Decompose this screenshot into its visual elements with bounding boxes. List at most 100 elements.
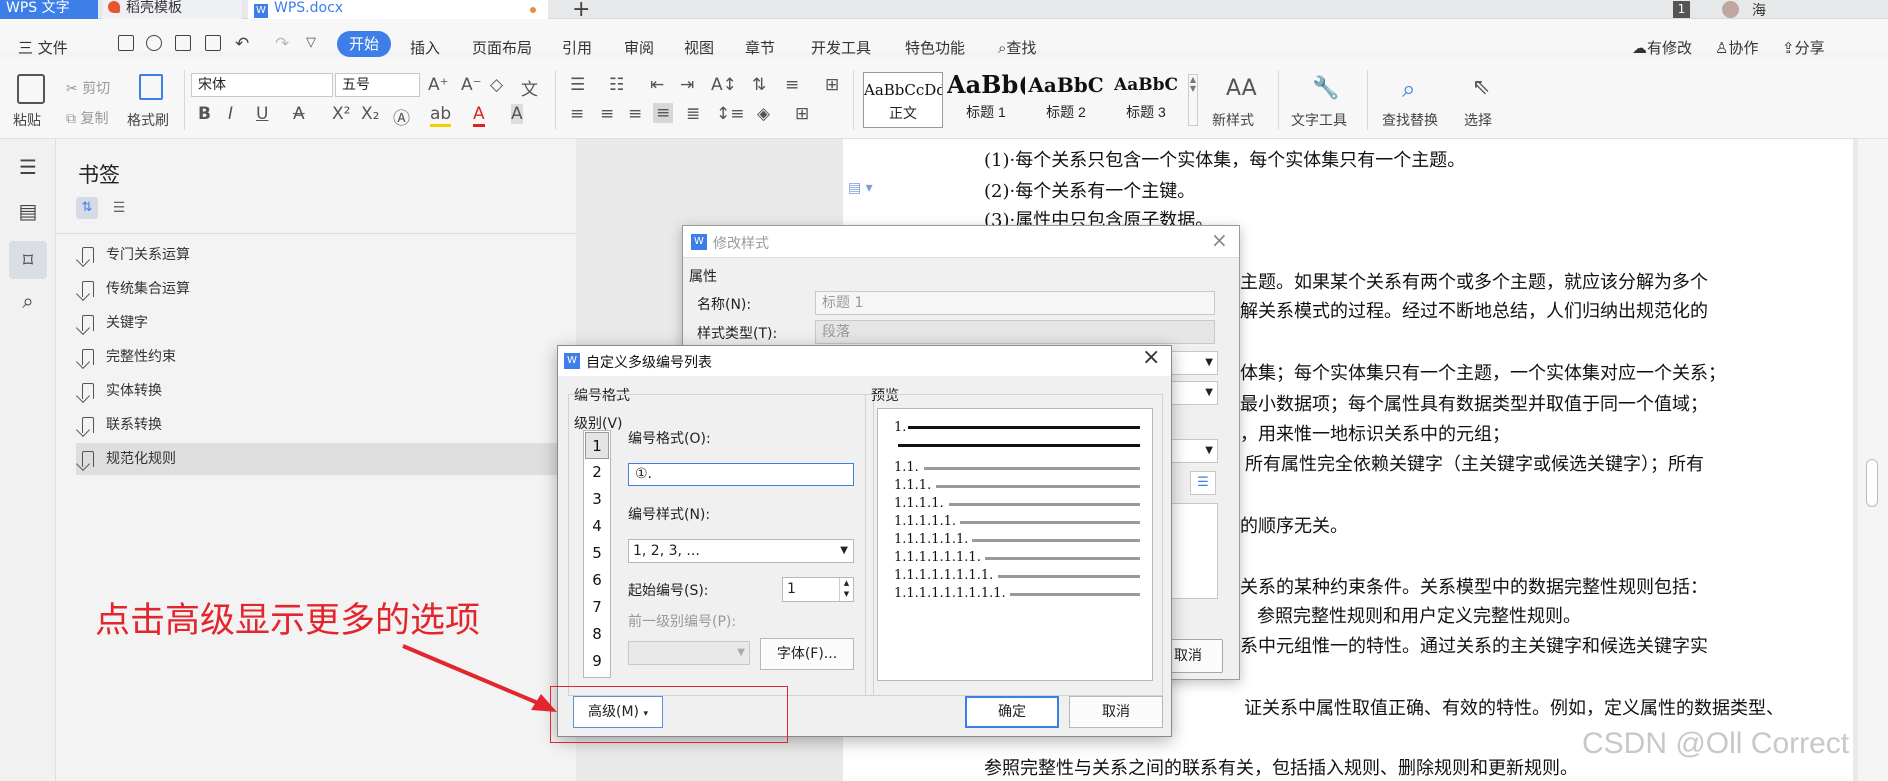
- paste-button[interactable]: 粘贴: [13, 110, 41, 130]
- menu-review[interactable]: 审阅: [624, 37, 654, 58]
- dropdown-chevron-icon[interactable]: ▼: [1170, 439, 1218, 463]
- spinner-arrows-icon[interactable]: ▲ ▼: [839, 578, 853, 601]
- shading-icon[interactable]: ◈: [757, 104, 770, 124]
- export-icon[interactable]: [146, 35, 162, 51]
- highlight-icon[interactable]: ab: [430, 104, 452, 127]
- start-number-spinner[interactable]: 1 ▲ ▼: [782, 577, 854, 602]
- menu-special[interactable]: 特色功能: [905, 37, 965, 58]
- track-changes-button[interactable]: ☁有修改: [1632, 37, 1692, 58]
- chapter-icon[interactable]: ▤: [14, 197, 42, 225]
- font-button[interactable]: 字体(F)...: [760, 638, 854, 670]
- align-left-icon[interactable]: ≡: [570, 104, 584, 124]
- close-icon[interactable]: ×: [1142, 345, 1160, 370]
- level-item[interactable]: 9: [585, 648, 609, 675]
- menu-references[interactable]: 引用: [562, 37, 592, 58]
- paragraph-tool-icon[interactable]: ▤ ▾: [848, 180, 873, 196]
- decrease-indent-icon[interactable]: ⇤: [650, 75, 664, 95]
- style-heading-2[interactable]: AaBbC 标题 2: [1027, 72, 1105, 128]
- font-size-select[interactable]: 五号: [335, 73, 420, 97]
- show-marks-icon[interactable]: ⊞: [825, 75, 839, 95]
- customize-dropdown-icon[interactable]: ▽: [306, 35, 316, 50]
- align-center-icon[interactable]: ≡: [600, 104, 614, 124]
- shrink-font-icon[interactable]: A⁻: [461, 75, 482, 95]
- strikethrough-icon[interactable]: A: [293, 104, 305, 124]
- new-style-button[interactable]: 新样式: [1212, 110, 1254, 130]
- scrollbar-thumb[interactable]: [1866, 459, 1878, 507]
- format-painter-icon[interactable]: [139, 74, 163, 100]
- grow-font-icon[interactable]: A⁺: [428, 75, 449, 95]
- prev-level-select[interactable]: ▼: [628, 641, 750, 665]
- level-item[interactable]: 6: [585, 567, 609, 594]
- bookmark-item-selected[interactable]: 规范化规则: [76, 443, 576, 475]
- subscript-icon[interactable]: X₂: [361, 104, 379, 124]
- level-item-selected[interactable]: 1: [585, 432, 609, 459]
- bookmark-rail-icon[interactable]: ⌑: [9, 241, 47, 279]
- dropdown-chevron-icon[interactable]: ▼: [1170, 381, 1218, 405]
- new-style-icon[interactable]: AA: [1226, 76, 1257, 101]
- ok-button[interactable]: 确定: [965, 696, 1059, 728]
- select-button[interactable]: 选择: [1464, 110, 1492, 130]
- cut-button[interactable]: ✂ 剪切: [66, 78, 110, 98]
- outline-icon[interactable]: ☰: [14, 153, 42, 181]
- find-replace-icon[interactable]: ⌕: [1402, 75, 1415, 103]
- bookmark-item[interactable]: 实体转换: [76, 375, 576, 407]
- tab-document[interactable]: W WPS.docx: [248, 0, 548, 19]
- save-icon[interactable]: [118, 35, 134, 51]
- increase-indent-icon[interactable]: ⇥: [680, 75, 694, 95]
- sort-by-name-icon[interactable]: ⇅: [76, 197, 98, 219]
- level-item[interactable]: 3: [585, 486, 609, 513]
- menu-page-layout[interactable]: 页面布局: [472, 37, 532, 58]
- level-item[interactable]: 4: [585, 513, 609, 540]
- align-right-icon[interactable]: ≡: [628, 104, 642, 124]
- style-normal[interactable]: AaBbCcDd 正文: [863, 72, 943, 128]
- close-icon[interactable]: ×: [1211, 228, 1228, 252]
- copy-button[interactable]: ⧉ 复制: [66, 108, 108, 128]
- vertical-scrollbar[interactable]: [1858, 139, 1888, 781]
- bold-icon[interactable]: B: [198, 104, 211, 124]
- print-icon[interactable]: [175, 35, 191, 51]
- wrench-icon[interactable]: 🔧: [1312, 76, 1339, 101]
- dropdown-chevron-icon[interactable]: ▼: [1170, 351, 1218, 375]
- italic-icon[interactable]: I: [228, 104, 233, 124]
- bookmark-item[interactable]: 联系转换: [76, 409, 576, 441]
- menu-chapter[interactable]: 章节: [745, 37, 775, 58]
- phonetic-icon[interactable]: 文: [521, 75, 538, 100]
- underline-icon[interactable]: U: [256, 104, 268, 124]
- level-item[interactable]: 7: [585, 594, 609, 621]
- tab-template[interactable]: 稻壳模板: [102, 0, 242, 19]
- superscript-icon[interactable]: X²: [332, 104, 350, 124]
- find-replace-button[interactable]: 查找替换: [1382, 110, 1438, 130]
- style-heading-1[interactable]: AaBb( 标题 1: [947, 72, 1025, 128]
- styles-scroll[interactable]: ▲ ▼: [1188, 74, 1198, 126]
- print-preview-icon[interactable]: [205, 35, 221, 51]
- text-direction-icon[interactable]: A↕: [711, 75, 737, 95]
- notification-badge[interactable]: 1: [1673, 1, 1690, 18]
- style-name-input[interactable]: 标题 1: [815, 291, 1215, 315]
- collaborate-button[interactable]: ♙协作: [1715, 37, 1758, 58]
- menu-view[interactable]: 视图: [684, 37, 714, 58]
- menu-insert[interactable]: 插入: [410, 37, 440, 58]
- cancel-button[interactable]: 取消: [1069, 696, 1163, 728]
- text-tools-button[interactable]: 文字工具: [1291, 110, 1347, 130]
- style-heading-3[interactable]: AaBbC 标题 3: [1107, 72, 1185, 128]
- bullet-list-icon[interactable]: ☰: [570, 75, 585, 95]
- font-family-select[interactable]: 宋体: [191, 73, 333, 97]
- menu-home[interactable]: 开始: [337, 31, 391, 57]
- line-spacing-icon[interactable]: ≡: [785, 75, 799, 95]
- font-color-icon[interactable]: A: [473, 104, 485, 127]
- avatar[interactable]: [1722, 1, 1739, 18]
- undo-icon[interactable]: ↶: [235, 34, 249, 54]
- bookmark-item[interactable]: 完整性约束: [76, 341, 576, 373]
- bookmark-item[interactable]: 传统集合运算: [76, 273, 576, 305]
- menu-developer[interactable]: 开发工具: [811, 37, 871, 58]
- level-item[interactable]: 8: [585, 621, 609, 648]
- number-format-input[interactable]: ①.: [628, 463, 854, 486]
- sort-by-position-icon[interactable]: ☰: [108, 197, 130, 219]
- borders-icon[interactable]: ⊞: [795, 104, 809, 124]
- file-menu[interactable]: 三 文件: [18, 37, 68, 58]
- format-painter-button[interactable]: 格式刷: [127, 110, 169, 130]
- sort-icon[interactable]: ⇅: [752, 75, 766, 95]
- bookmark-item[interactable]: 关键字: [76, 307, 576, 339]
- bookmark-item[interactable]: 专门关系运算: [76, 239, 576, 271]
- clear-format-icon[interactable]: ◇: [490, 75, 503, 95]
